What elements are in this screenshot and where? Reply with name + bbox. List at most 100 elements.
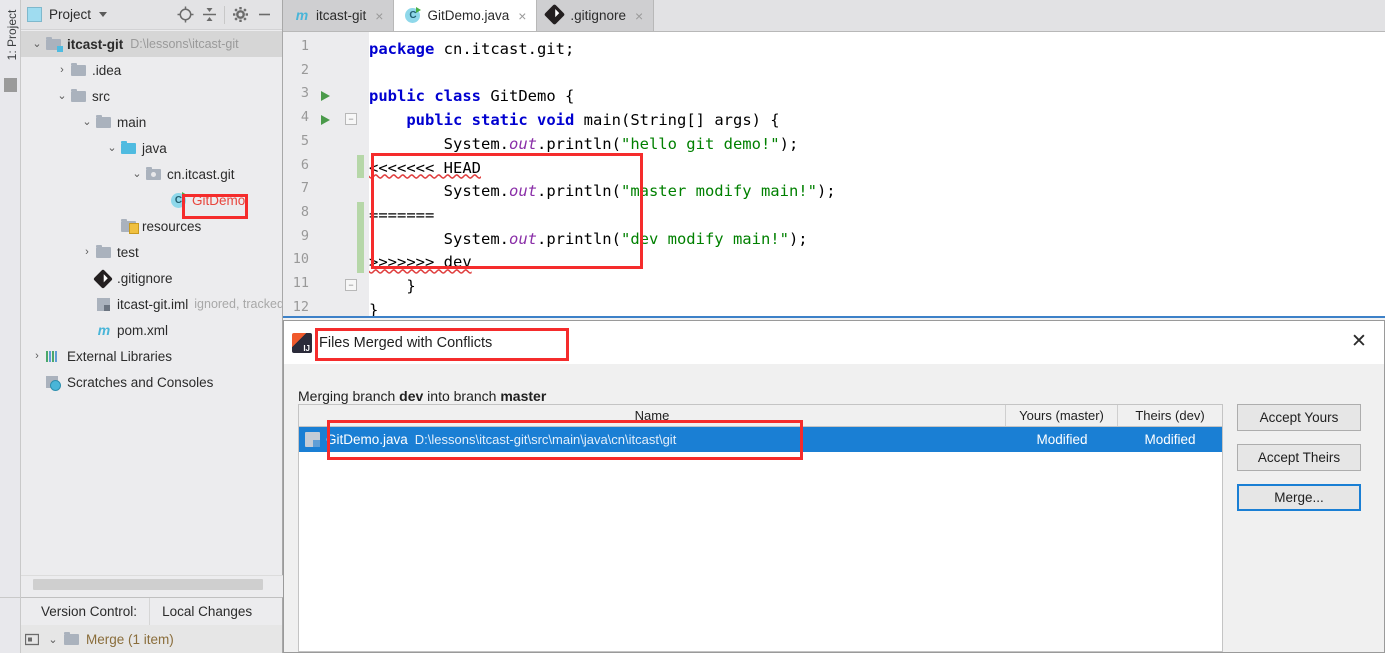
line-number: 3 — [300, 85, 309, 102]
code-line[interactable]: <<<<<<< HEAD — [369, 157, 481, 181]
disclosure-arrow[interactable]: › — [79, 246, 95, 258]
editor-code-area[interactable]: package cn.itcast.git; public class GitDe… — [369, 32, 1385, 318]
fold-region-icon[interactable]: − — [345, 113, 357, 126]
chevron-down-icon[interactable]: ⌄ — [43, 633, 63, 646]
tree-node-src[interactable]: ⌄ src — [21, 83, 282, 109]
tree-node-cn-itcast-git[interactable]: ⌄ cn.itcast.git — [21, 161, 282, 187]
tree-node--idea[interactable]: › .idea — [21, 57, 282, 83]
disclosure-arrow[interactable]: › — [29, 350, 45, 362]
tab-local-changes[interactable]: Local Changes — [162, 604, 252, 619]
code-editor[interactable]: 1 2 3 4 5 6 7 8 9 10 11 12− − package cn.itcast.git;… — [283, 32, 1385, 318]
editor-tab--gitignore[interactable]: .gitignore × — [537, 0, 655, 31]
line-number: 12 — [292, 298, 309, 315]
collapse-all-icon[interactable] — [197, 3, 221, 27]
column-header-yours[interactable]: Yours (master) — [1006, 405, 1118, 426]
changelist-row[interactable]: ⌄ Merge (1 item) — [21, 625, 283, 653]
tree-node-resources[interactable]: ›resources — [21, 213, 282, 239]
tree-node-label: pom.xml — [117, 322, 169, 338]
tree-node-itcast-git-iml[interactable]: ›itcast-git.imlignored, tracked w — [21, 291, 282, 317]
dialog-button-column[interactable]: Accept Yours Accept Theirs Merge... — [1237, 404, 1377, 524]
tree-node-pom-xml[interactable]: ›mpom.xml — [21, 317, 282, 343]
editor-gutter[interactable]: 1 2 3 4 5 6 7 8 9 10 11 12− − — [283, 32, 369, 318]
disclosure-arrow[interactable]: ⌄ — [79, 116, 95, 128]
close-icon[interactable]: × — [518, 8, 526, 24]
accept-yours-button[interactable]: Accept Yours — [1237, 404, 1361, 431]
disclosure-arrow[interactable]: ⌄ — [104, 142, 120, 154]
gear-icon[interactable] — [228, 3, 252, 27]
code-line[interactable]: public static void main(String[] args) { — [369, 109, 779, 133]
dialog-body: Name Yours (master) Theirs (dev) GitDemo… — [298, 404, 1370, 652]
line-number: 9 — [300, 227, 309, 244]
tree-node-itcast-git[interactable]: ⌄ itcast-git D:\lessons\itcast-git — [21, 31, 282, 57]
maven-file-icon: m — [295, 7, 309, 23]
project-square-icon — [27, 7, 42, 22]
toolbar-divider — [224, 5, 225, 24]
accept-theirs-button[interactable]: Accept Theirs — [1237, 444, 1361, 471]
close-icon[interactable]: ✕ — [1348, 332, 1370, 354]
close-icon[interactable]: × — [635, 8, 643, 24]
locate-target-icon[interactable] — [173, 3, 197, 27]
vcs-change-marker[interactable] — [357, 201, 364, 273]
disclosure-arrow[interactable]: ⌄ — [29, 38, 45, 50]
table-row[interactable]: GitDemo.java D:\lessons\itcast-git\src\ma… — [299, 427, 1222, 452]
editor-tab-gitdemo-java[interactable]: C GitDemo.java × — [394, 0, 538, 31]
tree-node-gitdemo[interactable]: ›CGitDemo — [21, 187, 282, 213]
disclosure-arrow[interactable]: › — [54, 64, 70, 76]
tree-node-suffix: ignored, tracked w — [194, 297, 282, 311]
tree-node-suffix: D:\lessons\itcast-git — [130, 37, 239, 51]
divider — [149, 597, 151, 626]
tree-node-test[interactable]: › test — [21, 239, 282, 265]
cell-name[interactable]: GitDemo.java D:\lessons\itcast-git\src\ma… — [299, 432, 1006, 447]
disclosure-arrow[interactable]: ⌄ — [129, 168, 145, 180]
code-line[interactable]: System.out.println("dev modify main!"); — [369, 228, 808, 252]
code-line[interactable]: package cn.itcast.git; — [369, 38, 574, 62]
merge-button[interactable]: Merge... — [1237, 484, 1361, 511]
code-line[interactable]: >>>>>>> dev — [369, 251, 472, 275]
code-line[interactable]: public class GitDemo { — [369, 85, 574, 109]
editor-tab-label: itcast-git — [316, 8, 367, 23]
conflicts-table[interactable]: Name Yours (master) Theirs (dev) GitDemo… — [298, 404, 1223, 652]
minimize-icon[interactable] — [252, 3, 276, 27]
dialog-title: Files Merged with Conflicts — [319, 334, 493, 351]
source-folder-icon — [120, 140, 138, 156]
line-number: 6 — [300, 156, 309, 173]
editor-tab-itcast-git[interactable]: m itcast-git × — [283, 0, 395, 31]
tree-node-java[interactable]: ⌄ java — [21, 135, 282, 161]
scrollbar-thumb[interactable] — [33, 579, 263, 590]
line-number: 4 — [300, 109, 309, 126]
tree-node-label: src — [92, 88, 110, 104]
run-gutter-icon[interactable] — [321, 115, 330, 126]
tool-window-button-project[interactable]: 1: Project — [5, 0, 19, 71]
tree-node-scratches-and-consoles[interactable]: ›Scratches and Consoles — [21, 369, 282, 395]
code-line[interactable]: System.out.println("hello git demo!"); — [369, 133, 799, 157]
run-gutter-icon[interactable] — [321, 91, 330, 102]
column-header-theirs[interactable]: Theirs (dev) — [1118, 405, 1222, 426]
branch-target: master — [500, 388, 547, 404]
files-merged-with-conflicts-dialog: Files Merged with Conflicts ✕ Merging br… — [283, 320, 1385, 653]
code-line[interactable]: System.out.println("master modify main!"… — [369, 180, 836, 204]
fold-region-icon[interactable]: − — [345, 279, 357, 291]
folder-icon — [95, 244, 113, 260]
tree-node-label: itcast-git.iml — [117, 296, 189, 312]
code-line[interactable]: } — [369, 275, 415, 299]
tree-node-label: Scratches and Consoles — [67, 374, 214, 390]
table-body[interactable]: GitDemo.java D:\lessons\itcast-git\src\ma… — [299, 427, 1222, 452]
line-number: 7 — [300, 180, 309, 197]
project-tree[interactable]: ⌄ itcast-git D:\lessons\itcast-git › .idea ⌄ s… — [21, 31, 282, 575]
editor-tab-bar[interactable]: m itcast-git × C GitDemo.java × .gitignore × — [283, 0, 1385, 32]
changelist-group-icon — [21, 633, 43, 646]
libraries-icon — [45, 348, 63, 364]
tree-node-external-libraries[interactable]: › External Libraries — [21, 343, 282, 369]
disclosure-arrow[interactable]: ⌄ — [54, 90, 70, 102]
tree-node--gitignore[interactable]: ›.gitignore — [21, 265, 282, 291]
tree-node-main[interactable]: ⌄ main — [21, 109, 282, 135]
tool-window-strip-chip — [4, 78, 17, 92]
code-line[interactable]: ======= — [369, 204, 434, 228]
chevron-down-icon[interactable] — [99, 12, 108, 17]
tree-node-label: .gitignore — [117, 270, 173, 286]
java-class-icon: C — [170, 192, 188, 208]
close-icon[interactable]: × — [375, 8, 383, 24]
column-header-name[interactable]: Name — [299, 405, 1006, 426]
vcs-change-marker[interactable] — [357, 154, 364, 179]
project-horizontal-scrollbar[interactable] — [21, 575, 283, 597]
